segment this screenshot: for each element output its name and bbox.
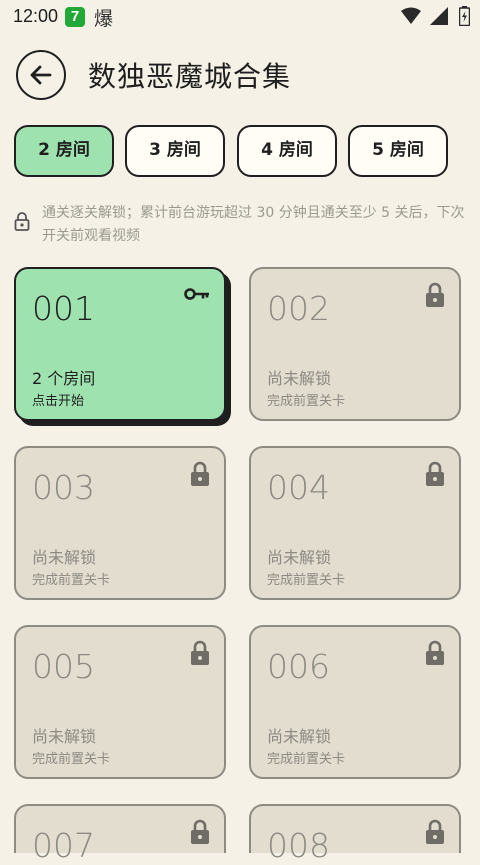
arrow-left-icon — [30, 65, 52, 85]
lock-icon — [14, 212, 30, 231]
tab-2-rooms[interactable]: 2 房间 — [14, 125, 114, 177]
card-line2: 完成前置关卡 — [267, 752, 346, 767]
level-number: 005 — [32, 647, 95, 686]
tab-4-rooms[interactable]: 4 房间 — [237, 125, 337, 177]
status-time: 12:00 — [13, 6, 59, 26]
card-line1: 2 个房间 — [32, 369, 96, 388]
card-line1: 尚未解锁 — [267, 727, 332, 746]
battery-icon — [458, 6, 471, 30]
level-card-007[interactable]: 007 — [14, 804, 226, 865]
system-icons — [400, 6, 471, 29]
level-card-004[interactable]: 004 尚未解锁 完成前置关卡 — [249, 446, 461, 600]
signal-icon — [429, 7, 448, 29]
lock-icon — [426, 819, 444, 844]
key-icon — [184, 288, 209, 300]
lock-icon — [191, 640, 209, 665]
card-line2: 点击开始 — [32, 394, 85, 409]
card-line2: 完成前置关卡 — [32, 752, 111, 767]
level-number: 008 — [267, 826, 330, 865]
card-line2: 完成前置关卡 — [267, 573, 346, 588]
wifi-icon — [400, 7, 421, 29]
level-card-005[interactable]: 005 尚未解锁 完成前置关卡 — [14, 625, 226, 779]
card-line1: 尚未解锁 — [267, 369, 332, 388]
lock-icon — [426, 461, 444, 486]
card-line1: 尚未解锁 — [267, 548, 332, 567]
card-line1: 尚未解锁 — [32, 727, 97, 746]
level-number: 001 — [32, 289, 95, 328]
card-line2: 完成前置关卡 — [267, 394, 346, 409]
notice-text: 通关逐关解锁；累计前台游玩超过 30 分钟且通关至少 5 关后，下次开关前观看视… — [42, 205, 465, 244]
tab-3-rooms[interactable]: 3 房间 — [125, 125, 225, 177]
level-number: 004 — [267, 468, 330, 507]
lock-icon — [426, 282, 444, 307]
card-line2: 完成前置关卡 — [32, 573, 111, 588]
lock-icon — [426, 640, 444, 665]
tab-5-rooms[interactable]: 5 房间 — [348, 125, 448, 177]
lock-icon — [191, 461, 209, 486]
level-number: 006 — [267, 647, 330, 686]
card-line1: 尚未解锁 — [32, 548, 97, 567]
level-card-008[interactable]: 008 — [249, 804, 461, 865]
page-title: 数独恶魔城合集 — [88, 60, 292, 93]
level-card-001[interactable]: 001 2 个房间 点击开始 — [14, 267, 226, 421]
level-number: 003 — [32, 468, 95, 507]
app-notification-icon-2: 爆 — [94, 8, 114, 30]
back-button[interactable] — [16, 50, 66, 100]
level-number: 007 — [32, 826, 95, 865]
level-card-006[interactable]: 006 尚未解锁 完成前置关卡 — [249, 625, 461, 779]
level-card-002[interactable]: 002 尚未解锁 完成前置关卡 — [249, 267, 461, 421]
status-bar: 12:00 7 爆 — [0, 0, 480, 32]
level-number: 002 — [267, 289, 330, 328]
lock-icon — [191, 819, 209, 844]
level-card-003[interactable]: 003 尚未解锁 完成前置关卡 — [14, 446, 226, 600]
app-notification-icon: 7 — [65, 7, 85, 27]
